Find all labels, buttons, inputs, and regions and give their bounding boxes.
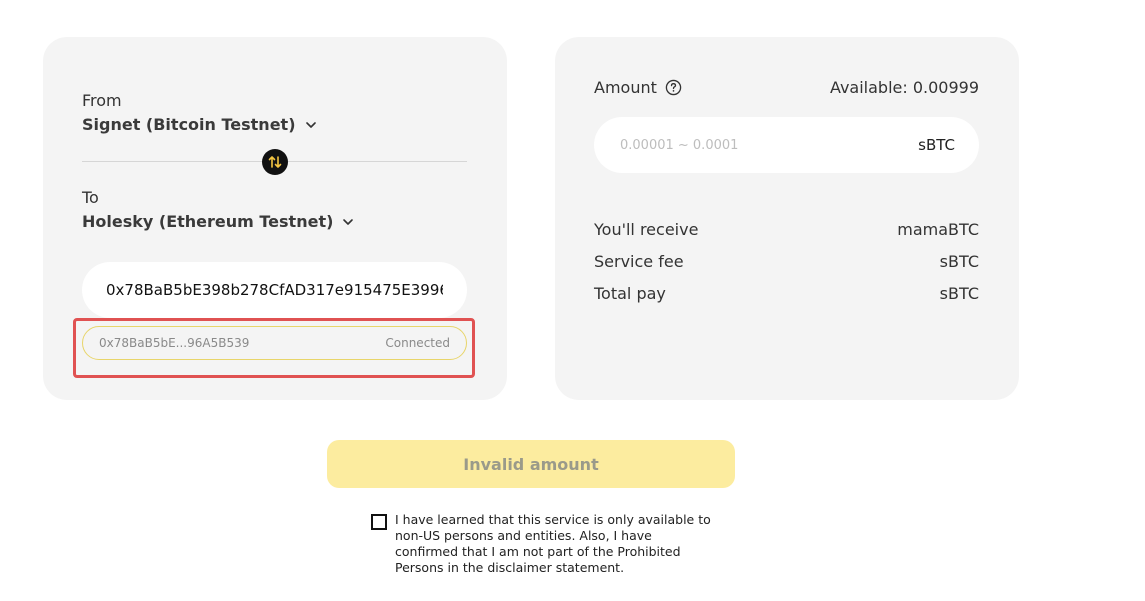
- from-network-value: Signet (Bitcoin Testnet): [82, 115, 296, 134]
- wallet-status: Connected: [385, 336, 450, 350]
- recipient-address-input[interactable]: [82, 262, 467, 318]
- amount-input[interactable]: [618, 136, 822, 154]
- summary-row-receive: You'll receive mamaBTC: [594, 220, 979, 252]
- to-label: To: [82, 188, 99, 207]
- chevron-down-icon: [343, 218, 354, 225]
- amount-unit: sBTC: [918, 136, 955, 154]
- summary-label: Service fee: [594, 252, 684, 271]
- agree-checkbox[interactable]: [371, 514, 387, 530]
- question-circle-icon[interactable]: [665, 79, 682, 96]
- summary-value: sBTC: [939, 252, 979, 271]
- network-card: From Signet (Bitcoin Testnet) To Holesky…: [43, 37, 507, 400]
- to-network-value: Holesky (Ethereum Testnet): [82, 212, 334, 231]
- amount-field[interactable]: sBTC: [594, 117, 979, 173]
- chevron-down-icon: [305, 121, 316, 128]
- submit-button[interactable]: Invalid amount: [327, 440, 735, 488]
- amount-card: Amount Available: 0.00999 sBTC You'll re…: [555, 37, 1019, 400]
- swap-arrows-icon: [268, 156, 282, 168]
- swap-button[interactable]: [262, 149, 288, 175]
- amount-header: Amount Available: 0.00999: [594, 78, 979, 97]
- summary-value: mamaBTC: [897, 220, 979, 239]
- from-network-select[interactable]: Signet (Bitcoin Testnet): [82, 115, 318, 134]
- amount-label: Amount: [594, 78, 657, 97]
- summary-label: Total pay: [594, 284, 666, 303]
- to-network-select[interactable]: Holesky (Ethereum Testnet): [82, 212, 355, 231]
- disclaimer-agreement: I have learned that this service is only…: [371, 512, 711, 576]
- amount-label-group: Amount: [594, 78, 682, 97]
- wallet-address: 0x78BaB5bE...96A5B539: [99, 336, 250, 350]
- summary-value: sBTC: [939, 284, 979, 303]
- summary-row-total: Total pay sBTC: [594, 284, 979, 316]
- connected-wallet-pill[interactable]: 0x78BaB5bE...96A5B539 Connected: [82, 326, 467, 360]
- summary-list: You'll receive mamaBTC Service fee sBTC …: [594, 220, 979, 316]
- available-balance: Available: 0.00999: [829, 78, 979, 97]
- summary-label: You'll receive: [594, 220, 699, 239]
- summary-row-fee: Service fee sBTC: [594, 252, 979, 284]
- from-label: From: [82, 91, 122, 110]
- disclaimer-text: I have learned that this service is only…: [395, 512, 711, 575]
